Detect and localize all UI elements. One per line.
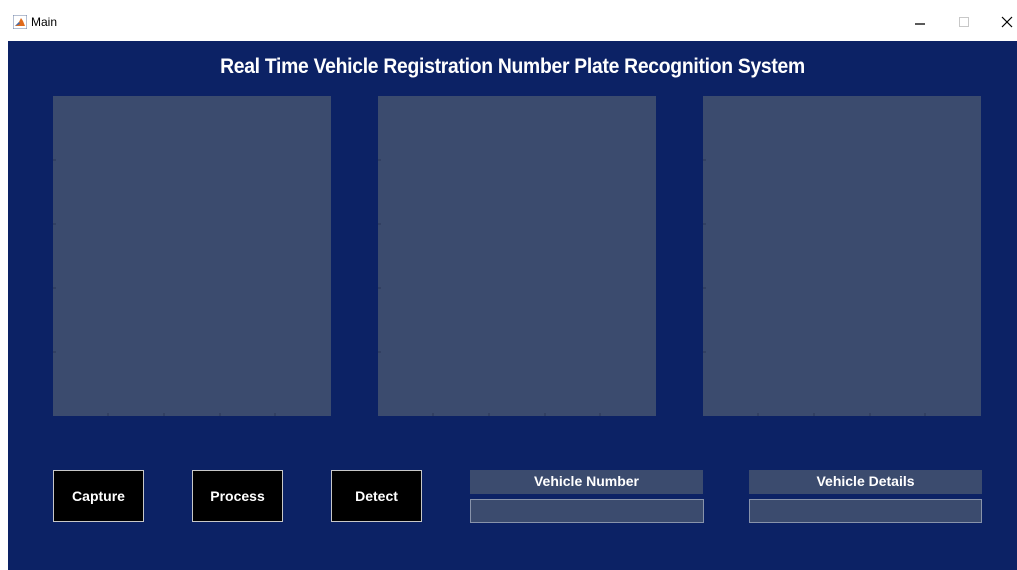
axes-ticks (378, 159, 601, 416)
maximize-button[interactable] (944, 8, 984, 36)
process-button[interactable]: Process (192, 470, 283, 522)
window-title: Main (31, 15, 58, 29)
detect-button[interactable]: Detect (331, 470, 422, 522)
capture-button[interactable]: Capture (53, 470, 144, 522)
vehicle-details-label: Vehicle Details (749, 470, 982, 494)
image-axes-process (378, 96, 656, 416)
window-titlebar: Main (0, 0, 1017, 41)
image-axes-capture (53, 96, 331, 416)
axes-ticks (53, 159, 276, 416)
maximize-icon (959, 17, 969, 27)
vehicle-number-label: Vehicle Number (470, 470, 703, 494)
close-icon (1001, 16, 1013, 28)
page-title: Real Time Vehicle Registration Number Pl… (220, 55, 805, 78)
minimize-button[interactable] (900, 8, 940, 36)
vehicle-number-field[interactable] (470, 499, 704, 523)
close-button[interactable] (987, 8, 1017, 36)
vehicle-details-field[interactable] (749, 499, 982, 523)
axes-ticks (703, 159, 926, 416)
minimize-icon (915, 23, 925, 25)
matlab-icon (12, 14, 28, 30)
image-axes-detect (703, 96, 981, 416)
figure-panel: Real Time Vehicle Registration Number Pl… (8, 41, 1017, 570)
